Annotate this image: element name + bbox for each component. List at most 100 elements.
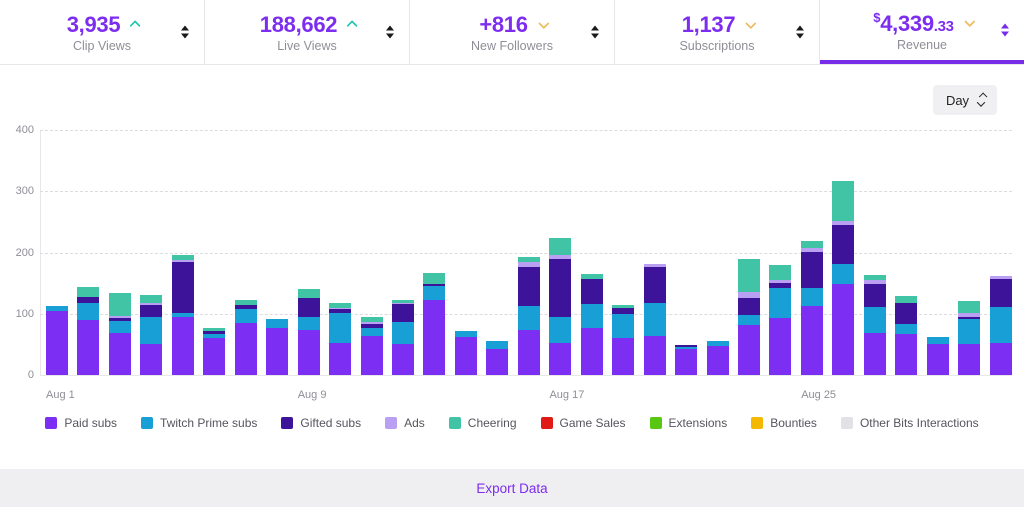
legend-item-bounties[interactable]: Bounties bbox=[751, 416, 817, 430]
segment-cheering bbox=[298, 289, 320, 298]
segment-twitch-prime-subs bbox=[235, 309, 257, 323]
x-tick-label-aug-17: Aug 17 bbox=[549, 389, 584, 401]
bar-aug-19[interactable] bbox=[612, 305, 634, 375]
bar-aug-23[interactable] bbox=[738, 259, 760, 375]
bar-aug-17[interactable] bbox=[549, 238, 571, 375]
segment-twitch-prime-subs bbox=[392, 322, 414, 344]
segment-cheering bbox=[77, 287, 99, 297]
legend-label: Bounties bbox=[770, 416, 817, 430]
segment-paid-subs bbox=[423, 300, 445, 375]
period-dropdown[interactable]: Day bbox=[933, 85, 997, 115]
segment-gifted-subs bbox=[832, 225, 854, 264]
segment-gifted-subs bbox=[738, 298, 760, 315]
metric-tab-live-views[interactable]: 188,662 Live Views bbox=[205, 0, 410, 64]
bar-aug-5[interactable] bbox=[172, 255, 194, 375]
segment-paid-subs bbox=[927, 344, 949, 375]
segment-gifted-subs bbox=[581, 279, 603, 304]
trend-up-icon bbox=[347, 20, 358, 31]
revenue-analytics-page: 3,935 Clip Views 188,662 Live Views +816… bbox=[0, 0, 1024, 507]
bar-aug-8[interactable] bbox=[266, 319, 288, 375]
legend-item-extensions[interactable]: Extensions bbox=[650, 416, 728, 430]
clip-views-value: 3,935 bbox=[67, 14, 121, 36]
sort-arrows-icon[interactable] bbox=[591, 26, 599, 39]
legend-swatch-icon bbox=[385, 417, 397, 429]
bar-aug-22[interactable] bbox=[707, 341, 729, 375]
stacked-bar-chart bbox=[46, 130, 1012, 375]
metric-tab-subscriptions[interactable]: 1,137 Subscriptions bbox=[615, 0, 820, 64]
metric-tab-clip-views[interactable]: 3,935 Clip Views bbox=[0, 0, 205, 64]
segment-twitch-prime-subs bbox=[990, 307, 1012, 343]
segment-cheering bbox=[549, 238, 571, 255]
bar-aug-28[interactable] bbox=[895, 296, 917, 375]
legend-item-other-bits-interactions[interactable]: Other Bits Interactions bbox=[841, 416, 979, 430]
sort-arrows-icon[interactable] bbox=[181, 26, 189, 39]
segment-paid-subs bbox=[612, 338, 634, 375]
bar-aug-21[interactable] bbox=[675, 345, 697, 375]
bar-aug-9[interactable] bbox=[298, 289, 320, 375]
legend-item-game-sales[interactable]: Game Sales bbox=[541, 416, 626, 430]
new-followers-value: +816 bbox=[479, 14, 527, 36]
export-data-label: Export Data bbox=[476, 481, 547, 496]
legend-swatch-icon bbox=[841, 417, 853, 429]
live-views-value: 188,662 bbox=[260, 14, 337, 36]
legend-item-cheering[interactable]: Cheering bbox=[449, 416, 517, 430]
sort-arrows-icon[interactable] bbox=[796, 26, 804, 39]
segment-gifted-subs bbox=[801, 252, 823, 288]
segment-twitch-prime-subs bbox=[612, 314, 634, 338]
segment-cheering bbox=[423, 273, 445, 284]
metric-tab-new-followers[interactable]: +816 New Followers bbox=[410, 0, 615, 64]
segment-paid-subs bbox=[109, 333, 131, 375]
export-data-button[interactable]: Export Data bbox=[0, 469, 1024, 507]
segment-paid-subs bbox=[518, 330, 540, 375]
bar-aug-14[interactable] bbox=[455, 331, 477, 375]
legend-label: Gifted subs bbox=[300, 416, 361, 430]
segment-cheering bbox=[738, 259, 760, 292]
segment-twitch-prime-subs bbox=[140, 317, 162, 345]
revenue-decimal: .33 bbox=[934, 18, 954, 35]
bar-aug-25[interactable] bbox=[801, 241, 823, 375]
segment-twitch-prime-subs bbox=[832, 264, 854, 285]
bar-aug-4[interactable] bbox=[140, 295, 162, 375]
segment-twitch-prime-subs bbox=[801, 288, 823, 306]
bar-aug-10[interactable] bbox=[329, 303, 351, 375]
legend-swatch-icon bbox=[449, 417, 461, 429]
segment-twitch-prime-subs bbox=[958, 319, 980, 344]
bar-aug-6[interactable] bbox=[203, 328, 225, 375]
legend-item-twitch-prime-subs[interactable]: Twitch Prime subs bbox=[141, 416, 257, 430]
legend-item-ads[interactable]: Ads bbox=[385, 416, 425, 430]
bar-aug-27[interactable] bbox=[864, 275, 886, 375]
segment-paid-subs bbox=[581, 328, 603, 375]
bar-aug-26[interactable] bbox=[832, 181, 854, 375]
bar-aug-15[interactable] bbox=[486, 341, 508, 375]
bar-aug-30[interactable] bbox=[958, 301, 980, 375]
bar-aug-29[interactable] bbox=[927, 337, 949, 375]
sort-arrows-icon[interactable] bbox=[1001, 24, 1009, 37]
legend-item-paid-subs[interactable]: Paid subs bbox=[45, 416, 117, 430]
bar-aug-11[interactable] bbox=[361, 317, 383, 375]
bar-aug-7[interactable] bbox=[235, 300, 257, 375]
segment-twitch-prime-subs bbox=[518, 306, 540, 330]
bar-aug-20[interactable] bbox=[644, 264, 666, 375]
y-tick-label-0: 0 bbox=[0, 369, 34, 381]
bar-aug-18[interactable] bbox=[581, 274, 603, 375]
bar-aug-16[interactable] bbox=[518, 257, 540, 375]
segment-paid-subs bbox=[235, 323, 257, 375]
sort-arrows-icon[interactable] bbox=[386, 26, 394, 39]
bar-aug-2[interactable] bbox=[77, 287, 99, 375]
bar-aug-24[interactable] bbox=[769, 265, 791, 375]
segment-twitch-prime-subs bbox=[361, 328, 383, 337]
legend-label: Ads bbox=[404, 416, 425, 430]
segment-paid-subs bbox=[77, 320, 99, 375]
metric-tab-revenue[interactable]: $4,339.33 Revenue bbox=[820, 0, 1024, 64]
bar-aug-31[interactable] bbox=[990, 276, 1012, 375]
x-tick-label-aug-25: Aug 25 bbox=[801, 389, 836, 401]
legend-item-gifted-subs[interactable]: Gifted subs bbox=[281, 416, 361, 430]
subscriptions-label: Subscriptions bbox=[679, 39, 754, 53]
legend-swatch-icon bbox=[281, 417, 293, 429]
live-views-label: Live Views bbox=[277, 39, 337, 53]
bar-aug-1[interactable] bbox=[46, 306, 68, 375]
bar-aug-12[interactable] bbox=[392, 300, 414, 375]
bar-aug-3[interactable] bbox=[109, 293, 131, 375]
segment-paid-subs bbox=[455, 337, 477, 375]
bar-aug-13[interactable] bbox=[423, 273, 445, 375]
